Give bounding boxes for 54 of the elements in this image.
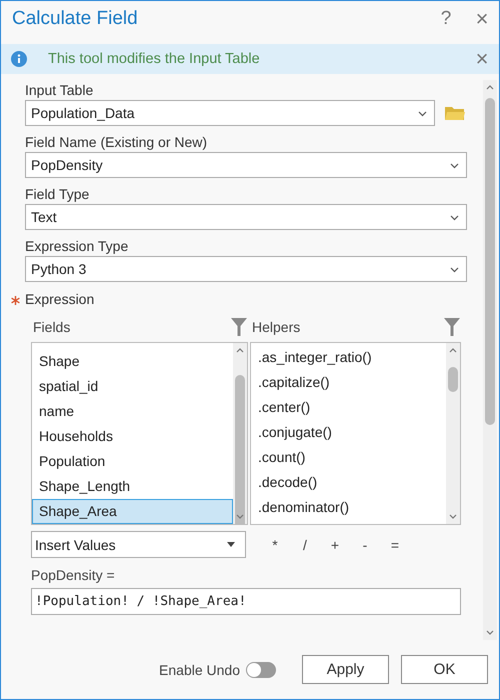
enable-undo-label: Enable Undo [159,662,240,678]
list-title: Helpers [252,319,300,335]
list-item[interactable]: .capitalize() [251,370,446,395]
filter-icon[interactable] [230,317,248,337]
operator-button[interactable]: * [260,536,290,552]
operator-button[interactable]: / [290,536,320,552]
list-item[interactable]: Shape_Area [32,499,233,524]
window-title: Calculate Field [12,8,139,30]
filter-icon[interactable] [443,317,461,337]
scrollbar[interactable] [233,343,247,524]
dropdown-field[interactable]: Text [25,204,467,230]
list-item[interactable]: Shape_Length [32,474,233,499]
chevron-icon [449,212,460,222]
dropdown-field[interactable]: Python 3 [25,256,467,282]
chevron-icon [417,108,428,118]
dropdown-field[interactable]: PopDensity [25,152,467,178]
ok-button[interactable]: OK [401,655,488,684]
list-item[interactable]: .decode() [251,470,446,495]
close-button[interactable]: × [467,46,497,72]
list-item[interactable]: spatial_id [32,374,233,399]
operator-button[interactable]: = [380,536,410,552]
parameter-label: Field Type [25,186,90,204]
parameter-label: Expression Type [25,238,130,256]
apply-button[interactable]: Apply [302,655,389,684]
info-message: This tool modifies the Input Table [48,51,261,67]
expression-target-label: PopDensity = [31,566,116,585]
insert-values-dropdown[interactable]: Insert Values [31,531,246,558]
close-button[interactable]: × [465,6,499,32]
parameter-label: Expression [25,291,94,309]
dropdown-field[interactable]: Population_Data [25,100,435,126]
list-item[interactable]: .center() [251,395,446,420]
operator-button[interactable]: - [350,536,380,552]
expression-field[interactable]: !Population! / !Shape_Area! [31,588,461,615]
list-item[interactable]: Population [32,449,233,474]
info-icon [11,51,27,67]
chevron-icon [449,264,460,274]
scrollbar[interactable] [483,80,497,640]
help-button[interactable]: ? [429,8,463,30]
dropdown-arrow-icon [227,542,235,547]
operator-button[interactable]: + [320,536,350,552]
list-item[interactable]: Shape [32,349,233,374]
toggle-switch[interactable] [246,662,276,678]
scrollbar[interactable] [446,343,460,524]
list-title: Fields [33,319,70,335]
list-item[interactable]: name [32,399,233,424]
list-item[interactable]: .as_integer_ratio() [251,345,446,370]
list-item[interactable]: .conjugate() [251,420,446,445]
parameter-label: Field Name (Existing or New) [25,134,208,152]
list-item[interactable]: .count() [251,445,446,470]
list-item[interactable]: .denominator() [251,495,446,520]
folder-icon[interactable] [444,104,466,122]
chevron-icon [449,160,460,170]
parameter-label: Input Table [25,82,94,100]
list-item[interactable]: Households [32,424,233,449]
